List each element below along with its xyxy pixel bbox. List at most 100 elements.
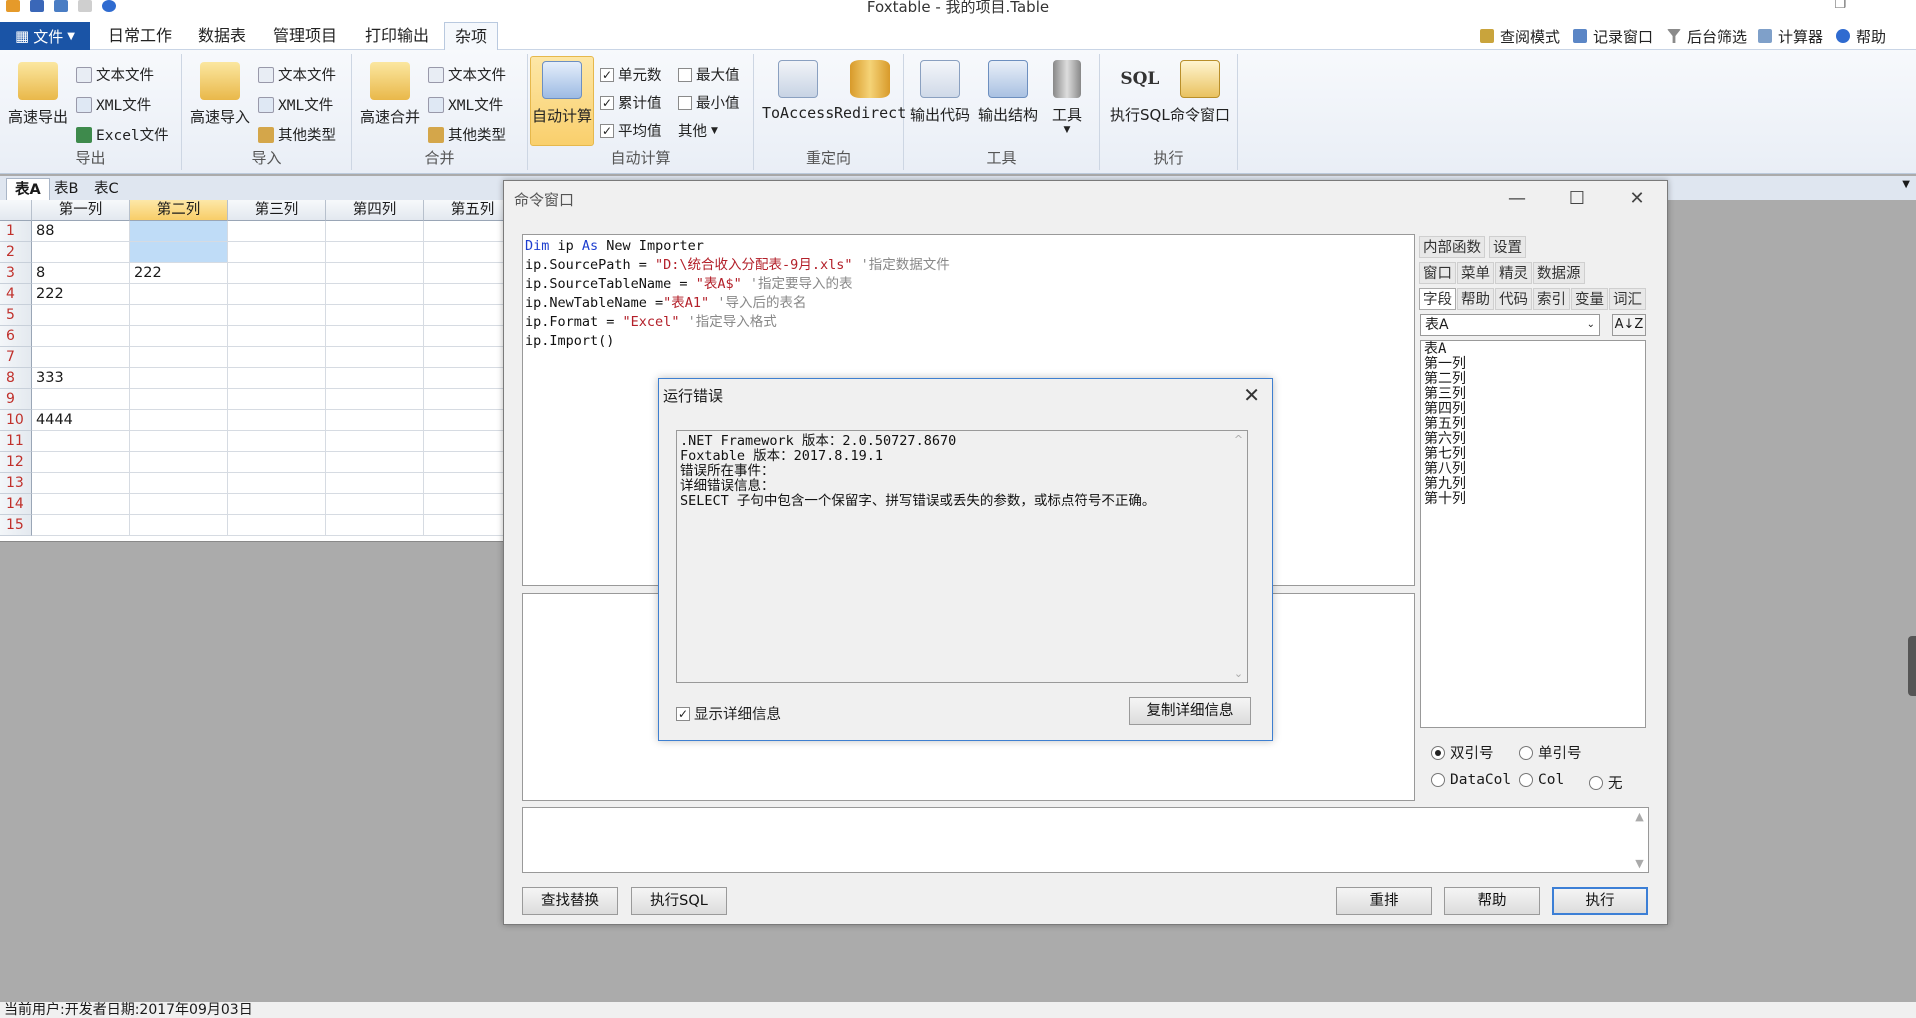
row-number[interactable]: 10 xyxy=(0,410,32,431)
table-cell[interactable]: 222 xyxy=(32,284,130,305)
check-cumulative[interactable]: ✓ 累计值 xyxy=(600,92,662,113)
table-cell[interactable] xyxy=(326,452,424,473)
row-number[interactable]: 6 xyxy=(0,326,32,347)
redirect-button[interactable]: Redirect xyxy=(834,60,906,122)
field-list[interactable]: 表A 第一列 第二列 第三列 第四列 第五列 第六列 第七列 第八列 第九列 第十列 xyxy=(1420,340,1646,728)
tab-daily-work[interactable]: 日常工作 xyxy=(98,22,182,50)
sheet-tab-a[interactable]: 表A xyxy=(6,178,50,200)
table-cell[interactable] xyxy=(32,494,130,515)
row-number[interactable]: 2 xyxy=(0,242,32,263)
tab-settings[interactable]: 设置 xyxy=(1489,236,1526,258)
table-cell[interactable] xyxy=(326,263,424,284)
table-cell[interactable] xyxy=(32,515,130,536)
table-cell[interactable] xyxy=(130,410,228,431)
show-details-checkbox[interactable]: ✓ 显示详细信息 xyxy=(676,703,781,724)
record-window-button[interactable]: 记录窗口 xyxy=(1573,22,1653,50)
import-text-file[interactable]: 文本文件 xyxy=(258,64,336,85)
sheet-tab-c[interactable]: 表C xyxy=(86,178,127,200)
table-cell[interactable] xyxy=(130,389,228,410)
table-cell[interactable] xyxy=(228,305,326,326)
check-max[interactable]: 最大值 xyxy=(678,64,740,85)
execute-sql-button[interactable]: 执行SQL xyxy=(631,887,727,915)
table-cell[interactable] xyxy=(32,347,130,368)
table-cell[interactable] xyxy=(326,410,424,431)
table-cell[interactable] xyxy=(130,515,228,536)
output-code-button[interactable]: 输出代码 xyxy=(910,60,970,125)
table-cell[interactable] xyxy=(130,242,228,263)
merge-other-type[interactable]: 其他类型 xyxy=(428,124,506,145)
row-number[interactable]: 13 xyxy=(0,473,32,494)
table-cell[interactable]: 8 xyxy=(32,263,130,284)
field-list-item[interactable]: 第一列 xyxy=(1424,357,1642,372)
option-single-quote[interactable]: 单引号 xyxy=(1519,742,1582,763)
tab-datasource[interactable]: 数据源 xyxy=(1533,262,1585,284)
side-scroll-handle[interactable] xyxy=(1908,636,1916,696)
option-double-quote[interactable]: 双引号 xyxy=(1431,742,1494,763)
row-number[interactable]: 15 xyxy=(0,515,32,536)
tab-print-output[interactable]: 打印输出 xyxy=(355,22,439,50)
error-details-box[interactable]: .NET Framework 版本：2.0.50727.8670 Foxtabl… xyxy=(676,430,1248,683)
field-list-item[interactable]: 第九列 xyxy=(1424,477,1642,492)
table-cell[interactable] xyxy=(130,368,228,389)
tab-menu[interactable]: 菜单 xyxy=(1457,262,1494,284)
table-cell[interactable] xyxy=(228,473,326,494)
row-number[interactable]: 5 xyxy=(0,305,32,326)
field-list-item[interactable]: 第五列 xyxy=(1424,417,1642,432)
tab-index[interactable]: 索引 xyxy=(1533,288,1570,310)
table-cell[interactable] xyxy=(130,452,228,473)
sheet-tab-b[interactable]: 表B xyxy=(46,178,86,200)
field-list-item[interactable]: 第十列 xyxy=(1424,492,1642,507)
table-cell[interactable] xyxy=(32,473,130,494)
table-cell[interactable] xyxy=(130,305,228,326)
table-cell[interactable] xyxy=(326,242,424,263)
table-cell[interactable] xyxy=(130,326,228,347)
maximize-icon[interactable]: ☐ xyxy=(1547,183,1607,215)
option-none[interactable]: 无 xyxy=(1589,772,1623,793)
tab-vocabulary[interactable]: 词汇 xyxy=(1609,288,1646,310)
other-calc-dropdown[interactable]: 其他 ▼ xyxy=(678,120,718,141)
column-header[interactable]: 第四列 xyxy=(326,200,424,221)
table-select[interactable]: 表A ⌄ xyxy=(1420,314,1600,336)
field-list-item[interactable]: 第八列 xyxy=(1424,462,1642,477)
option-datacol[interactable]: DataCol xyxy=(1431,772,1511,788)
import-xml-file[interactable]: XML文件 xyxy=(258,94,333,115)
tab-wizard[interactable]: 精灵 xyxy=(1495,262,1532,284)
calculator-button[interactable]: 计算器 xyxy=(1758,22,1823,50)
tools-dropdown-button[interactable]: 工具 ▼ xyxy=(1052,60,1082,135)
tab-data-table[interactable]: 数据表 xyxy=(188,22,256,50)
table-cell[interactable] xyxy=(228,410,326,431)
help-button[interactable]: 帮助 xyxy=(1444,887,1540,915)
table-cell[interactable] xyxy=(326,515,424,536)
table-cell[interactable] xyxy=(326,431,424,452)
table-cell[interactable] xyxy=(130,221,228,242)
table-cell[interactable] xyxy=(130,431,228,452)
row-number[interactable]: 7 xyxy=(0,347,32,368)
table-cell[interactable] xyxy=(228,515,326,536)
scrollbar[interactable]: ▲ ▼ xyxy=(1631,808,1648,872)
table-cell[interactable]: 333 xyxy=(32,368,130,389)
table-cell[interactable] xyxy=(326,494,424,515)
table-cell[interactable] xyxy=(326,347,424,368)
export-xml-file[interactable]: XML文件 xyxy=(76,94,151,115)
copy-details-button[interactable]: 复制详细信息 xyxy=(1129,697,1251,725)
field-list-item[interactable]: 第三列 xyxy=(1424,387,1642,402)
fast-merge-button[interactable]: 高速合并 xyxy=(360,62,420,127)
table-cell[interactable] xyxy=(228,242,326,263)
table-cell[interactable] xyxy=(228,284,326,305)
data-grid[interactable]: 第一列 第二列 第三列 第四列 第五列 1 88 2 3 8 222 4 222 5 6 7 8 333… xyxy=(0,200,522,542)
auto-calc-button[interactable]: 自动计算 xyxy=(530,56,594,146)
row-number[interactable]: 9 xyxy=(0,389,32,410)
grid-corner[interactable] xyxy=(0,200,32,221)
table-cell[interactable] xyxy=(228,263,326,284)
table-cell[interactable] xyxy=(32,305,130,326)
merge-text-file[interactable]: 文本文件 xyxy=(428,64,506,85)
row-number[interactable]: 8 xyxy=(0,368,32,389)
tab-window[interactable]: 窗口 xyxy=(1419,262,1456,284)
column-header[interactable]: 第三列 xyxy=(228,200,326,221)
field-list-item[interactable]: 表A xyxy=(1424,342,1642,357)
table-cell[interactable]: 88 xyxy=(32,221,130,242)
table-cell[interactable] xyxy=(130,347,228,368)
table-cell[interactable] xyxy=(32,431,130,452)
output-structure-button[interactable]: 输出结构 xyxy=(978,60,1038,125)
table-cell[interactable] xyxy=(228,389,326,410)
